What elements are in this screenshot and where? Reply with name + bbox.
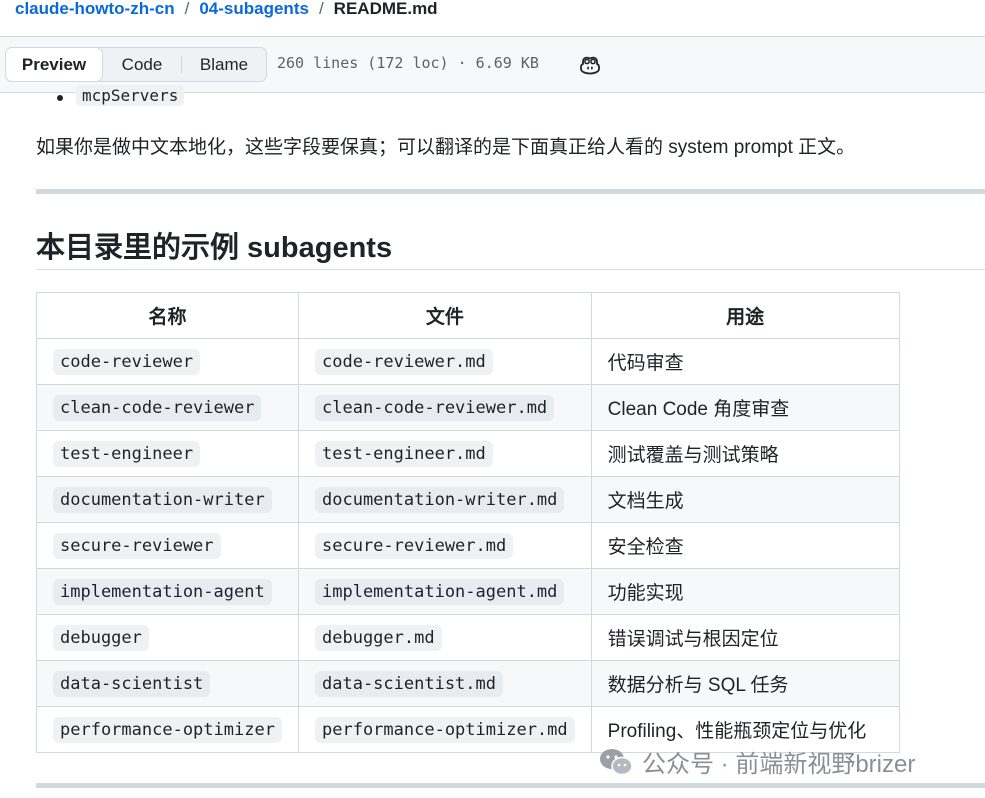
bullet-dot xyxy=(57,95,63,101)
cell-file: debugger.md xyxy=(298,614,592,661)
cell-file: code-reviewer.md xyxy=(298,338,592,385)
table-header-row: 名称 文件 用途 xyxy=(36,292,900,339)
section-heading: 本目录里的示例 subagents xyxy=(36,232,393,264)
cell-file: test-engineer.md xyxy=(298,430,592,477)
cell-name: code-reviewer xyxy=(36,338,299,385)
breadcrumb-folder-link[interactable]: 04-subagents xyxy=(199,0,309,19)
cell-file: performance-optimizer.md xyxy=(298,706,592,753)
table-row: code-reviewer code-reviewer.md 代码审查 xyxy=(36,338,900,385)
cell-name: performance-optimizer xyxy=(36,706,299,753)
cell-file: documentation-writer.md xyxy=(298,476,592,523)
table-row: test-engineer test-engineer.md 测试覆盖与测试策略 xyxy=(36,430,900,477)
tab-code[interactable]: Code xyxy=(103,48,181,81)
subagent-file: clean-code-reviewer.md xyxy=(315,394,555,421)
inline-code: mcpServers xyxy=(76,85,185,106)
cell-name: data-scientist xyxy=(36,660,299,707)
cell-name: test-engineer xyxy=(36,430,299,477)
subagent-file: data-scientist.md xyxy=(315,670,503,697)
subagent-file: secure-reviewer.md xyxy=(315,532,514,559)
copilot-icon[interactable] xyxy=(578,53,602,77)
file-meta: 260 lines (172 loc) · 6.69 KB xyxy=(277,54,539,72)
subagent-name: data-scientist xyxy=(53,670,211,697)
cell-purpose: Clean Code 角度审查 xyxy=(590,384,900,431)
table-row: documentation-writer documentation-write… xyxy=(36,476,900,523)
watermark-text: 公众号 · 前端新视野brizer xyxy=(642,751,916,778)
cell-purpose: 文档生成 xyxy=(590,476,900,523)
cell-file: data-scientist.md xyxy=(298,660,592,707)
view-mode-switch: Preview Code Blame xyxy=(5,47,267,82)
cell-name: implementation-agent xyxy=(36,568,299,615)
tab-blame[interactable]: Blame xyxy=(182,48,266,81)
cell-purpose: 代码审查 xyxy=(590,338,900,385)
subagent-name: implementation-agent xyxy=(53,578,272,605)
subagent-file: implementation-agent.md xyxy=(315,578,565,605)
breadcrumb: claude-howto-zh-cn / 04-subagents / READ… xyxy=(15,0,438,21)
column-header-file: 文件 xyxy=(298,292,592,339)
wechat-icon xyxy=(600,748,633,775)
column-header-purpose: 用途 xyxy=(590,292,900,339)
subagent-name: documentation-writer xyxy=(53,486,272,513)
table-row: implementation-agent implementation-agen… xyxy=(36,568,900,615)
subagent-name: code-reviewer xyxy=(53,348,201,375)
subagent-file: code-reviewer.md xyxy=(315,348,493,375)
subagent-file: performance-optimizer.md xyxy=(315,716,575,743)
cell-purpose: 错误调试与根因定位 xyxy=(590,614,900,661)
subagent-file: documentation-writer.md xyxy=(315,486,565,513)
subagent-name: performance-optimizer xyxy=(53,716,282,743)
horizontal-rule xyxy=(36,189,985,194)
breadcrumb-separator: / xyxy=(318,0,324,18)
cell-purpose: 安全检查 xyxy=(590,522,900,569)
subagents-table: 名称 文件 用途 code-reviewer code-reviewer.md … xyxy=(36,292,900,753)
cell-purpose: 数据分析与 SQL 任务 xyxy=(590,660,900,707)
cell-name: documentation-writer xyxy=(36,476,299,523)
paragraph-note: 如果你是做中文本地化，这些字段要保真；可以翻译的是下面真正给人看的 system… xyxy=(36,137,856,158)
cell-file: secure-reviewer.md xyxy=(298,522,592,569)
column-header-name: 名称 xyxy=(36,292,299,339)
heading-underline xyxy=(36,269,985,270)
subagent-name: test-engineer xyxy=(53,440,201,467)
cell-file: implementation-agent.md xyxy=(298,568,592,615)
subagent-name: secure-reviewer xyxy=(53,532,221,559)
cell-name: clean-code-reviewer xyxy=(36,384,299,431)
breadcrumb-current-file: README.md xyxy=(333,0,438,18)
watermark: 公众号 · 前端新视野brizer xyxy=(598,744,915,779)
subagent-name: debugger xyxy=(53,624,149,651)
cell-name: debugger xyxy=(36,614,299,661)
table-row: clean-code-reviewer clean-code-reviewer.… xyxy=(36,384,900,431)
horizontal-rule xyxy=(36,783,985,788)
cell-name: secure-reviewer xyxy=(36,522,299,569)
breadcrumb-repo-link[interactable]: claude-howto-zh-cn xyxy=(15,0,175,19)
subagent-file: debugger.md xyxy=(315,624,442,651)
table-row: debugger debugger.md 错误调试与根因定位 xyxy=(36,614,900,661)
subagent-name: clean-code-reviewer xyxy=(53,394,262,421)
breadcrumb-separator: / xyxy=(184,0,190,18)
table-row: secure-reviewer secure-reviewer.md 安全检查 xyxy=(36,522,900,569)
cell-purpose: 功能实现 xyxy=(590,568,900,615)
cell-purpose: 测试覆盖与测试策略 xyxy=(590,430,900,477)
table-row: data-scientist data-scientist.md 数据分析与 S… xyxy=(36,660,900,707)
subagent-file: test-engineer.md xyxy=(315,440,493,467)
tab-preview[interactable]: Preview xyxy=(5,47,103,82)
cell-file: clean-code-reviewer.md xyxy=(298,384,592,431)
